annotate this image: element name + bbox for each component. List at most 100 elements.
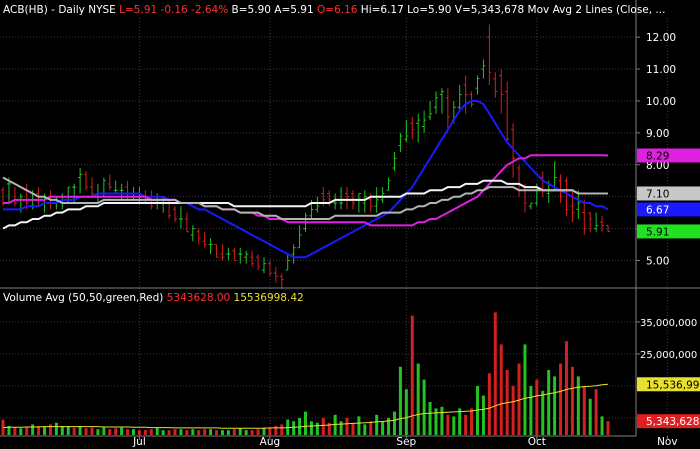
volume-bar[interactable] (321, 418, 325, 435)
volume-bar[interactable] (220, 430, 224, 435)
volume-bar[interactable] (499, 344, 503, 435)
bid: B=5.90 (232, 4, 271, 16)
volume-bar[interactable] (594, 389, 598, 435)
volume-bar[interactable] (274, 426, 278, 435)
volume-bar[interactable] (464, 414, 468, 435)
volume-bar[interactable] (458, 408, 462, 435)
volume-bar[interactable] (570, 366, 574, 435)
volume-bar[interactable] (209, 429, 213, 435)
volume-bar[interactable] (446, 414, 450, 435)
volume-bar[interactable] (511, 386, 515, 435)
volume-bar[interactable] (600, 416, 604, 435)
y-tick-label: 12.00 (646, 32, 676, 44)
volume-bar[interactable] (238, 428, 242, 435)
volume-bar[interactable] (398, 366, 402, 435)
volume-bar[interactable] (440, 406, 444, 435)
volume-bar[interactable] (149, 429, 153, 435)
volume-bar[interactable] (404, 389, 408, 435)
volume-bar[interactable] (66, 426, 70, 435)
volume-bar[interactable] (262, 427, 266, 435)
volume-bar[interactable] (351, 422, 355, 435)
volume-bar[interactable] (375, 414, 379, 435)
volume-bar[interactable] (203, 429, 207, 435)
volume-bar[interactable] (416, 363, 420, 435)
volume-bar[interactable] (582, 386, 586, 435)
volume-bar[interactable] (256, 429, 260, 435)
volume-bar[interactable] (470, 408, 474, 435)
volume-bar[interactable] (363, 424, 367, 435)
volume-bar[interactable] (268, 427, 272, 435)
volume-bar[interactable] (60, 426, 64, 435)
volume-bar[interactable] (197, 430, 201, 435)
volume-bar[interactable] (232, 429, 236, 435)
volume-bar[interactable] (120, 427, 124, 435)
volume-bar[interactable] (381, 421, 385, 435)
volume-bar[interactable] (304, 411, 307, 435)
volume-bar[interactable] (13, 427, 17, 435)
ask: A=5.91 (274, 4, 313, 16)
volume-bar[interactable] (452, 416, 456, 435)
y-tick-label: 9.00 (646, 128, 669, 140)
volume-bar[interactable] (179, 429, 183, 435)
volume-bar[interactable] (553, 376, 557, 435)
study-label: Mov Avg 2 Lines (Close, ... (528, 4, 666, 16)
volume-bar[interactable] (250, 430, 254, 435)
volume-bar[interactable] (541, 390, 545, 435)
volume-bar[interactable] (410, 315, 414, 435)
y-tick-label: 10.00 (646, 96, 676, 108)
volume-bar[interactable] (487, 373, 491, 435)
volume-bar[interactable] (535, 379, 539, 435)
volume-bar[interactable] (481, 395, 485, 435)
volume-bar[interactable] (143, 430, 147, 435)
volume-bar[interactable] (606, 421, 610, 435)
volume-bar[interactable] (185, 430, 189, 435)
volume-bar[interactable] (84, 428, 88, 435)
volume-bar[interactable] (126, 429, 130, 435)
volume-bar[interactable] (191, 429, 195, 435)
volume-bar[interactable] (345, 418, 349, 435)
volume-bar[interactable] (131, 429, 135, 435)
volume-bar[interactable] (90, 427, 94, 435)
volume-bar[interactable] (280, 424, 284, 435)
volume-bar[interactable] (43, 426, 47, 435)
volume-bar[interactable] (493, 312, 497, 435)
volume-bar[interactable] (339, 421, 343, 435)
ma-fast-price-tag: 6.67 (637, 202, 700, 217)
volume-bar[interactable] (96, 429, 100, 435)
volume-bar[interactable] (108, 429, 112, 435)
volume-bar[interactable] (576, 376, 580, 435)
volume-bar[interactable] (244, 430, 248, 435)
volume-bar[interactable] (215, 430, 219, 435)
volume-bar[interactable] (226, 430, 230, 435)
volume-bar[interactable] (114, 428, 118, 435)
volume-bar[interactable] (547, 370, 551, 435)
volume-bar[interactable] (173, 429, 177, 435)
volume-bar[interactable] (588, 398, 592, 435)
volume-bar[interactable] (155, 427, 159, 435)
volume-bar[interactable] (369, 421, 373, 435)
volume-bar[interactable] (167, 430, 171, 435)
volume-bar[interactable] (78, 426, 82, 435)
volume-bar[interactable] (523, 344, 527, 435)
volume-bar[interactable] (422, 379, 426, 435)
volume-bar[interactable] (292, 421, 296, 435)
volume-bar[interactable] (428, 402, 432, 435)
volume-bar[interactable] (72, 427, 76, 435)
volume-bar[interactable] (19, 428, 23, 435)
volume-bar[interactable] (102, 427, 106, 435)
volume-bar[interactable] (529, 386, 533, 435)
volume-bar[interactable] (392, 411, 396, 435)
volume-bar[interactable] (25, 427, 29, 435)
volume-bar[interactable] (48, 424, 52, 435)
volume-bar[interactable] (137, 430, 141, 435)
volume-bar[interactable] (54, 422, 58, 435)
volume-bar[interactable] (161, 430, 165, 435)
volume-bar[interactable] (309, 421, 313, 435)
volume-bar[interactable] (564, 341, 568, 435)
volume-bar[interactable] (31, 424, 35, 435)
volume-bar[interactable] (357, 416, 361, 435)
volume-bar[interactable] (315, 422, 319, 435)
volume-header: Volume Avg (50,50,green,Red) 5343628.00 … (3, 292, 304, 304)
volume-bar[interactable] (559, 363, 563, 435)
volume-average: 15536998.42 (234, 292, 304, 304)
